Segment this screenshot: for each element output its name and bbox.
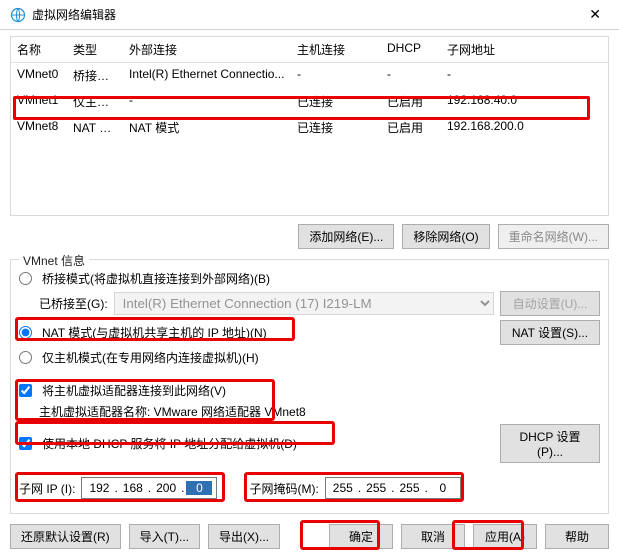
- apply-button[interactable]: 应用(A): [473, 524, 537, 549]
- vmnet-info-section: VMnet 信息 桥接模式(将虚拟机直接连接到外部网络)(B) 已桥接至(G):…: [10, 259, 609, 514]
- restore-defaults-button[interactable]: 还原默认设置(R): [10, 524, 121, 549]
- close-button[interactable]: ✕: [581, 2, 609, 27]
- col-name[interactable]: 名称: [11, 37, 67, 62]
- export-button[interactable]: 导出(X)...: [208, 524, 280, 549]
- table-row[interactable]: VMnet0 桥接模式 Intel(R) Ethernet Connectio.…: [11, 63, 608, 89]
- nat-settings-button[interactable]: NAT 设置(S)...: [500, 320, 600, 345]
- cancel-button[interactable]: 取消: [401, 524, 465, 549]
- col-host[interactable]: 主机连接: [291, 37, 381, 62]
- subnet-ip-input[interactable]: 192. 168. 200. 0: [81, 477, 217, 499]
- window-title: 虚拟网络编辑器: [32, 6, 581, 23]
- help-button[interactable]: 帮助: [545, 524, 609, 549]
- connect-host-label: 将主机虚拟适配器连接到此网络(V): [42, 382, 226, 399]
- globe-icon: [10, 7, 26, 23]
- col-subnet[interactable]: 子网地址: [441, 37, 608, 62]
- bridge-adapter-select: Intel(R) Ethernet Connection (17) I219-L…: [114, 292, 494, 315]
- bridge-label: 桥接模式(将虚拟机直接连接到外部网络)(B): [42, 270, 270, 287]
- subnet-ip-label: 子网 IP (I):: [19, 480, 75, 497]
- connect-host-checkbox[interactable]: [19, 384, 32, 397]
- dhcp-checkbox[interactable]: [19, 437, 32, 450]
- nat-radio[interactable]: [19, 326, 32, 339]
- col-ext[interactable]: 外部连接: [123, 37, 291, 62]
- adapter-name-label: 主机虚拟适配器名称: VMware 网络适配器 VMnet8: [39, 403, 306, 420]
- section-title: VMnet 信息: [19, 252, 89, 269]
- add-network-button[interactable]: 添加网络(E)...: [298, 224, 394, 249]
- bridge-to-label: 已桥接至(G):: [39, 295, 108, 312]
- subnet-mask-input[interactable]: 255. 255. 255. 0: [325, 477, 461, 499]
- subnet-mask-label: 子网掩码(M):: [249, 480, 318, 497]
- import-button[interactable]: 导入(T)...: [129, 524, 200, 549]
- network-table[interactable]: 名称 类型 外部连接 主机连接 DHCP 子网地址 VMnet0 桥接模式 In…: [10, 36, 609, 216]
- remove-network-button[interactable]: 移除网络(O): [402, 224, 489, 249]
- dhcp-label: 使用本地 DHCP 服务将 IP 地址分配给虚拟机(D): [42, 435, 297, 452]
- auto-settings-button: 自动设置(U)...: [500, 291, 600, 316]
- col-type[interactable]: 类型: [67, 37, 123, 62]
- dhcp-settings-button[interactable]: DHCP 设置(P)...: [500, 424, 600, 463]
- nat-label: NAT 模式(与虚拟机共享主机的 IP 地址)(N): [42, 324, 267, 341]
- table-row[interactable]: VMnet1 仅主机... - 已连接 已启用 192.168.40.0: [11, 89, 608, 115]
- hostonly-label: 仅主机模式(在专用网络内连接虚拟机)(H): [42, 349, 259, 366]
- rename-network-button: 重命名网络(W)...: [498, 224, 609, 249]
- ok-button[interactable]: 确定: [329, 524, 393, 549]
- hostonly-radio[interactable]: [19, 351, 32, 364]
- bridge-radio[interactable]: [19, 272, 32, 285]
- title-bar: 虚拟网络编辑器 ✕: [0, 0, 619, 30]
- col-dhcp[interactable]: DHCP: [381, 37, 441, 62]
- table-row[interactable]: VMnet8 NAT 模式 NAT 模式 已连接 已启用 192.168.200…: [11, 115, 608, 141]
